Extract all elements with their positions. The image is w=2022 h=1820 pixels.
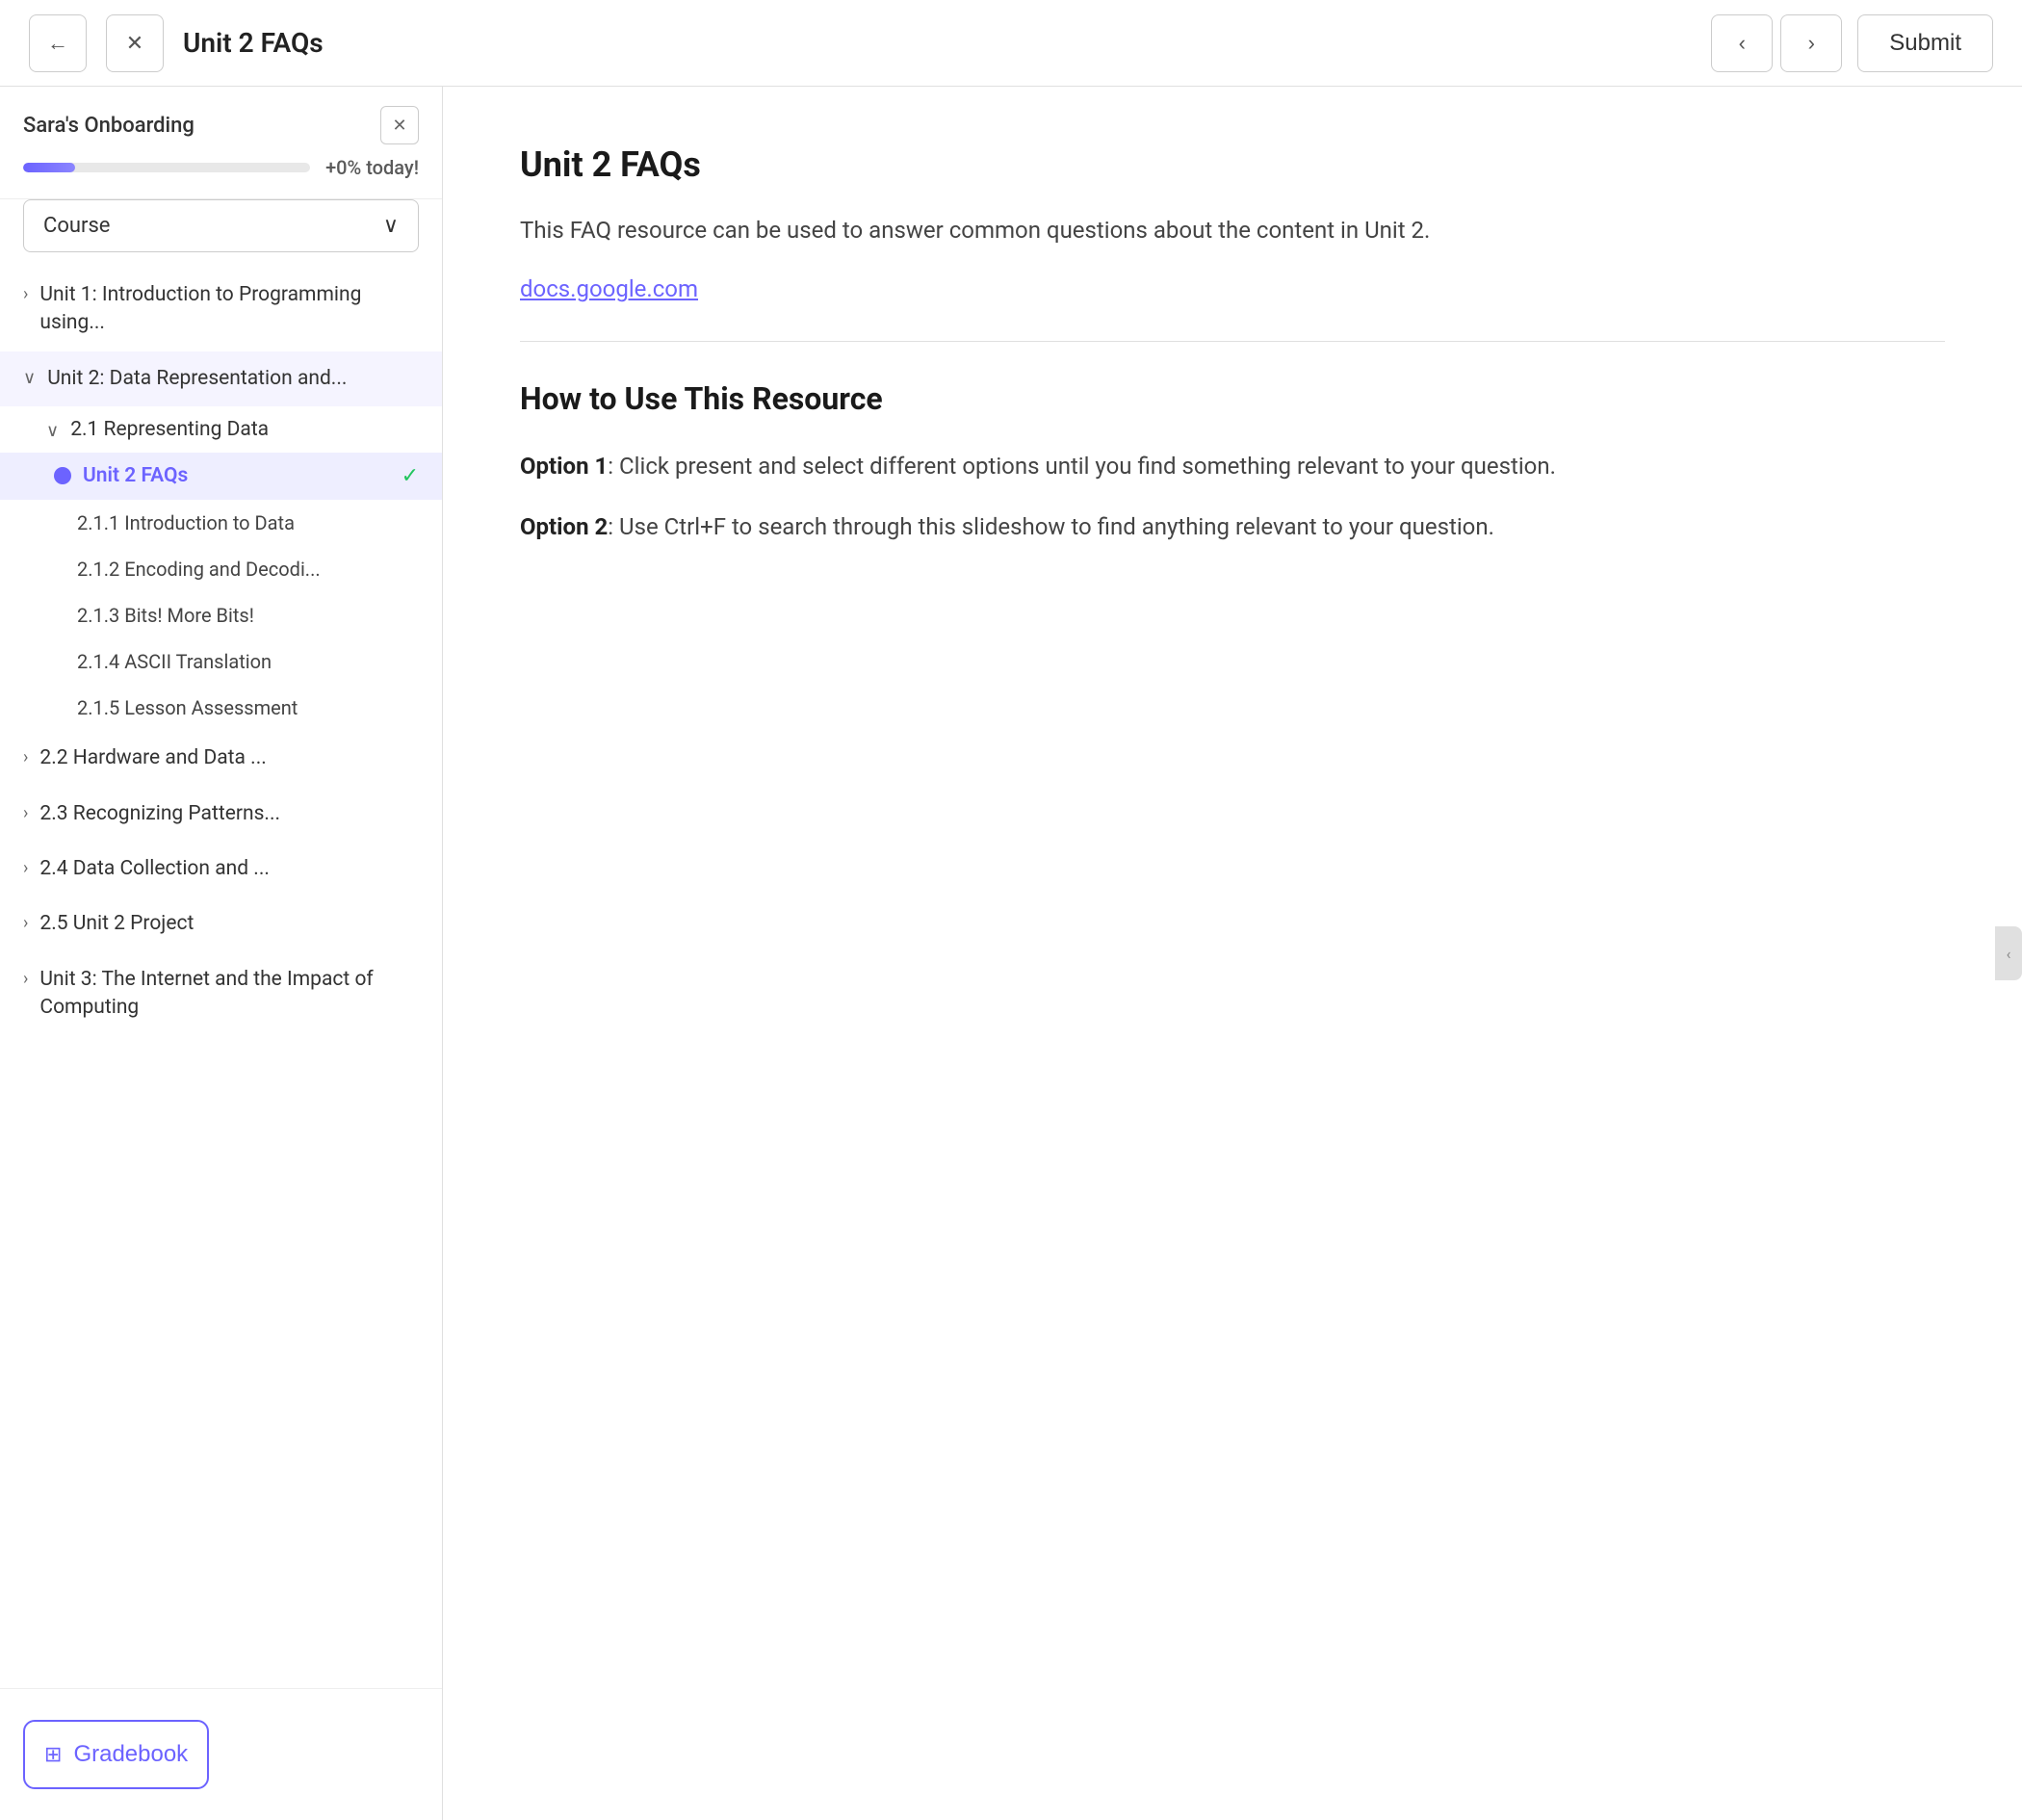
onboarding-header: Sara's Onboarding ✕: [23, 106, 419, 144]
chevron-down-icon: ∨: [383, 214, 399, 238]
section24-label: 2.4 Data Collection and ...: [39, 855, 270, 883]
collapse-icon: ‹: [2007, 945, 2011, 963]
chevron-right-icon-25: ›: [23, 913, 28, 933]
sidebar-item-unit3[interactable]: › Unit 3: The Internet and the Impact of…: [0, 952, 442, 1036]
option2-text: : Use Ctrl+F to search through this slid…: [608, 513, 1494, 540]
header-right: ‹ › Submit: [1711, 14, 1993, 72]
sidebar-item-unit2[interactable]: ∨ Unit 2: Data Representation and...: [0, 351, 442, 406]
header-left: ← ✕ Unit 2 FAQs: [29, 14, 324, 72]
progress-bar-container: [23, 163, 310, 172]
sidebar-item-section23[interactable]: › 2.3 Recognizing Patterns...: [0, 787, 442, 842]
content-link[interactable]: docs.google.com: [520, 275, 1945, 302]
option2-label: Option 2: [520, 513, 608, 540]
progress-label: +0% today!: [325, 156, 419, 179]
onboarding-close-button[interactable]: ✕: [380, 106, 419, 144]
gradebook-button[interactable]: ⊞ Gradebook: [23, 1720, 209, 1789]
course-dropdown[interactable]: Course ∨: [23, 199, 419, 252]
how-to-use-title: How to Use This Resource: [520, 380, 1945, 417]
lesson-214-label: 2.1.4 ASCII Translation: [77, 650, 272, 673]
prev-button[interactable]: ‹: [1711, 14, 1773, 72]
sidebar-bottom: ⊞ Gradebook: [0, 1688, 442, 1820]
collapse-handle[interactable]: ‹: [1995, 926, 2022, 980]
chevron-down-icon-21: ∨: [46, 421, 59, 441]
option1-row: Option 1: Click present and select diffe…: [520, 448, 1945, 484]
sidebar-item-lesson-212[interactable]: 2.1.2 Encoding and Decodi...: [0, 546, 442, 592]
sidebar: Sara's Onboarding ✕ +0% today! Course ∨: [0, 87, 443, 1820]
progress-row: +0% today!: [23, 156, 419, 179]
section21-label: 2.1 Representing Data: [70, 418, 269, 441]
chevron-right-icon: ›: [23, 284, 28, 304]
chevron-right-icon-22: ›: [23, 747, 28, 767]
check-icon: ✓: [402, 464, 419, 488]
nav-tree: › Unit 1: Introduction to Programming us…: [0, 268, 442, 1688]
sidebar-item-lesson-211[interactable]: 2.1.1 Introduction to Data: [0, 500, 442, 546]
gradebook-icon: ⊞: [44, 1742, 62, 1767]
onboarding-panel: Sara's Onboarding ✕ +0% today!: [0, 87, 442, 199]
course-dropdown-label: Course: [43, 214, 110, 238]
unit1-label: Unit 1: Introduction to Programming usin…: [39, 281, 419, 338]
next-button[interactable]: ›: [1780, 14, 1842, 72]
onboarding-title: Sara's Onboarding: [23, 114, 194, 138]
close-button[interactable]: ✕: [106, 14, 164, 72]
active-indicator: [54, 467, 71, 484]
section22-label: 2.2 Hardware and Data ...: [39, 744, 266, 772]
sidebar-item-section22[interactable]: › 2.2 Hardware and Data ...: [0, 731, 442, 786]
sidebar-item-section25[interactable]: › 2.5 Unit 2 Project: [0, 897, 442, 951]
lesson-211-label: 2.1.1 Introduction to Data: [77, 511, 295, 534]
chevron-right-icon-24: ›: [23, 858, 28, 878]
section23-label: 2.3 Recognizing Patterns...: [39, 800, 280, 828]
unit3-label: Unit 3: The Internet and the Impact of C…: [39, 966, 419, 1023]
sidebar-item-lesson-213[interactable]: 2.1.3 Bits! More Bits!: [0, 592, 442, 638]
option2-row: Option 2: Use Ctrl+F to search through t…: [520, 508, 1945, 545]
lesson-212-label: 2.1.2 Encoding and Decodi...: [77, 558, 321, 581]
main-layout: Sara's Onboarding ✕ +0% today! Course ∨: [0, 87, 2022, 1820]
chevron-down-icon: ∨: [23, 368, 36, 388]
submit-button[interactable]: Submit: [1857, 14, 1993, 72]
lesson-213-label: 2.1.3 Bits! More Bits!: [77, 604, 254, 627]
sidebar-item-lesson-215[interactable]: 2.1.5 Lesson Assessment: [0, 685, 442, 731]
content-title: Unit 2 FAQs: [520, 144, 1945, 185]
chevron-right-icon-unit3: ›: [23, 969, 28, 989]
option1-text: : Click present and select different opt…: [608, 453, 1556, 480]
top-header: ← ✕ Unit 2 FAQs ‹ › Submit: [0, 0, 2022, 87]
unit2-faqs-label: Unit 2 FAQs: [83, 464, 188, 487]
sidebar-item-unit1[interactable]: › Unit 1: Introduction to Programming us…: [0, 268, 442, 351]
unit2-label: Unit 2: Data Representation and...: [47, 365, 347, 393]
sidebar-item-lesson-214[interactable]: 2.1.4 ASCII Translation: [0, 638, 442, 685]
content-area: Unit 2 FAQs This FAQ resource can be use…: [443, 87, 2022, 1820]
progress-bar-fill: [23, 163, 75, 172]
option1-label: Option 1: [520, 453, 608, 480]
prev-next-buttons: ‹ ›: [1711, 14, 1842, 72]
content-description: This FAQ resource can be used to answer …: [520, 212, 1945, 248]
sidebar-item-section24[interactable]: › 2.4 Data Collection and ...: [0, 842, 442, 897]
gradebook-label: Gradebook: [73, 1741, 188, 1768]
page-title: Unit 2 FAQs: [183, 27, 324, 59]
section-divider: [520, 341, 1945, 342]
lesson-215-label: 2.1.5 Lesson Assessment: [77, 696, 298, 719]
sidebar-item-unit2-faqs[interactable]: Unit 2 FAQs ✓: [0, 453, 442, 500]
sidebar-item-section21[interactable]: ∨ 2.1 Representing Data: [0, 406, 442, 453]
chevron-right-icon-23: ›: [23, 803, 28, 823]
back-button[interactable]: ←: [29, 14, 87, 72]
section25-label: 2.5 Unit 2 Project: [39, 910, 194, 938]
